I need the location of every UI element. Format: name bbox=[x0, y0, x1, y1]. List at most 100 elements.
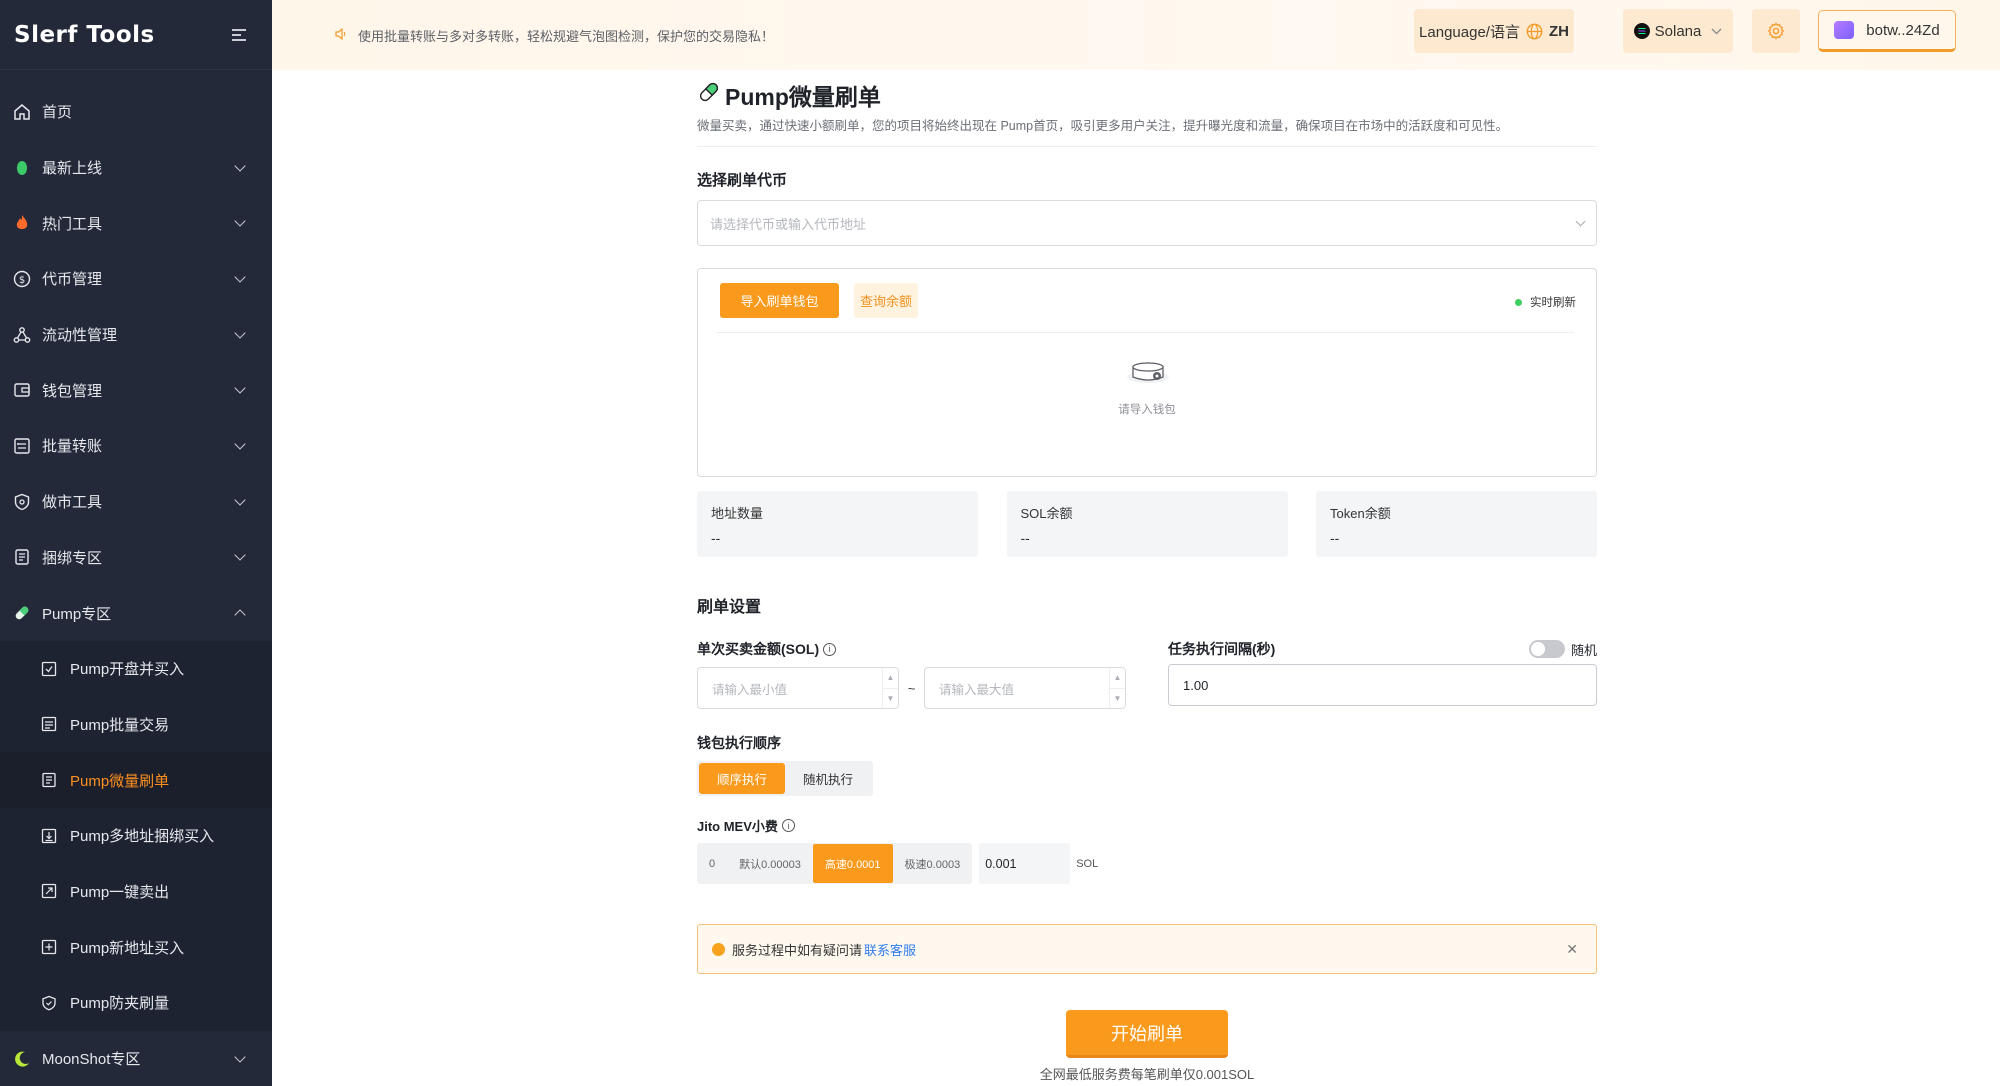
sidebar-subitem-pump-micro-volume[interactable]: Pump微量刷单 bbox=[0, 752, 272, 808]
settings-title: 刷单设置 bbox=[697, 599, 762, 616]
notice-bar: 使用批量转账与多对多转账，轻松规避气泡图检测，保护您的交易隐私！ bbox=[334, 26, 774, 45]
launch-icon bbox=[40, 660, 58, 678]
random-toggle[interactable] bbox=[1528, 640, 1565, 658]
chevron-down-icon bbox=[1575, 216, 1586, 226]
batch-trade-icon bbox=[40, 715, 58, 733]
stat-label: Token余额 bbox=[1330, 506, 1391, 521]
chevron-down-icon bbox=[1711, 28, 1722, 35]
sidebar-item-moonshot[interactable]: MoonShot专区 bbox=[0, 1031, 272, 1086]
sidebar-subitem-pump-anti-mev[interactable]: Pump防夹刷量 bbox=[0, 975, 272, 1031]
sidebar-item-wallet-management[interactable]: 钱包管理 bbox=[0, 362, 272, 418]
stepper-up-icon[interactable]: ▲ bbox=[883, 668, 898, 689]
chevron-down-icon bbox=[234, 382, 246, 394]
chevron-down-icon bbox=[234, 159, 246, 172]
jito-option-default[interactable]: 默认0.00003 bbox=[727, 844, 813, 883]
logo[interactable]: Slerf Tools bbox=[14, 22, 155, 48]
sidebar-item-label: 热门工具 bbox=[42, 215, 103, 233]
download-icon bbox=[40, 827, 58, 845]
jito-option-fast[interactable]: 高速0.0001 bbox=[812, 844, 893, 883]
start-button[interactable]: 开始刷单 bbox=[1066, 1010, 1228, 1058]
stat-value: -- bbox=[1330, 530, 1340, 546]
min-amount-stepper[interactable]: ▲ ▼ bbox=[882, 668, 898, 708]
sidebar-subitem-label: Pump多地址捆绑买入 bbox=[70, 828, 215, 846]
sidebar-item-liquidity[interactable]: 流动性管理 bbox=[0, 307, 272, 363]
dollar-icon: $ bbox=[12, 269, 32, 289]
stepper-up-icon[interactable]: ▲ bbox=[1110, 668, 1125, 689]
fire-icon bbox=[12, 213, 32, 233]
min-amount-input[interactable]: 请输入最小值 ▲ ▼ bbox=[697, 667, 899, 709]
max-amount-stepper[interactable]: ▲ ▼ bbox=[1109, 668, 1125, 708]
chain-selector[interactable]: Solana bbox=[1623, 9, 1733, 53]
jito-option-turbo[interactable]: 极速0.0003 bbox=[893, 844, 973, 883]
sidebar-subitem-pump-launch-buy[interactable]: Pump开盘并买入 bbox=[0, 641, 272, 697]
sidebar-item-label: 首页 bbox=[42, 104, 73, 122]
chevron-down-icon bbox=[234, 271, 246, 283]
sidebar-item-home[interactable]: 首页 bbox=[0, 84, 272, 140]
sidebar-subitem-pump-new-address-buy[interactable]: Pump新地址买入 bbox=[0, 919, 272, 975]
shield-icon bbox=[12, 492, 32, 512]
sprout-icon bbox=[12, 158, 32, 178]
divider bbox=[716, 332, 1574, 333]
language-selector[interactable]: Language/语言 ZH bbox=[1414, 9, 1574, 53]
sidebar-item-label: 批量转账 bbox=[42, 438, 103, 456]
sidebar-item-pump[interactable]: Pump专区 bbox=[0, 585, 272, 641]
order-sequential-button[interactable]: 顺序执行 bbox=[699, 763, 786, 794]
wallet-address: botw..24Zd bbox=[1866, 21, 1940, 39]
jito-option-zero[interactable]: 0 bbox=[697, 844, 727, 883]
close-icon[interactable]: ✕ bbox=[1566, 941, 1578, 958]
sidebar-item-label: 代币管理 bbox=[42, 271, 103, 289]
sidebar-item-new-listings[interactable]: 最新上线 bbox=[0, 140, 272, 196]
sidebar-subitem-label: Pump新地址买入 bbox=[70, 939, 185, 957]
sidebar-item-market-making[interactable]: 做市工具 bbox=[0, 474, 272, 530]
interval-group: 任务执行间隔(秒) 随机 1.00 bbox=[1168, 639, 1597, 709]
jito-fee-value: 0.001 bbox=[985, 856, 1017, 871]
import-wallet-button[interactable]: 导入刷单钱包 bbox=[720, 283, 839, 318]
wallet-button[interactable]: botw..24Zd bbox=[1818, 10, 1956, 52]
logo-bar: Slerf Tools bbox=[0, 0, 272, 70]
random-toggle-group: 随机 bbox=[1528, 640, 1597, 659]
order-group: 钱包执行顺序 顺序执行 随机执行 bbox=[697, 733, 1597, 796]
sidebar-subitem-label: Pump一键卖出 bbox=[70, 883, 170, 901]
order-random-button[interactable]: 随机执行 bbox=[785, 763, 871, 794]
contact-support-link[interactable]: 联系客服 bbox=[864, 940, 916, 959]
warning-icon bbox=[712, 942, 725, 956]
pill-icon bbox=[697, 80, 721, 110]
info-icon[interactable]: i bbox=[781, 819, 795, 832]
fee-note: 全网最低服务费每笔刷单仅0.001SOL bbox=[1039, 1067, 1255, 1082]
chevron-down-icon bbox=[234, 326, 246, 339]
info-icon[interactable]: i bbox=[823, 642, 837, 656]
sidebar-item-batch-transfer[interactable]: 批量转账 bbox=[0, 418, 272, 474]
menu-collapse-icon[interactable] bbox=[232, 28, 246, 41]
token-select[interactable]: 请选择代币或输入代币地址 bbox=[697, 200, 1597, 246]
jito-fee-input[interactable]: 0.001 bbox=[979, 843, 1071, 884]
stepper-down-icon[interactable]: ▼ bbox=[1110, 689, 1125, 709]
sidebar: Slerf Tools 首页 最新上线 热门工具 $ 代币管理 流动性管理 钱包… bbox=[0, 0, 272, 1086]
phantom-wallet-icon bbox=[1834, 21, 1855, 39]
page-title-text: Pump微量刷单 bbox=[725, 84, 881, 110]
sidebar-item-bundle[interactable]: 捆绑专区 bbox=[0, 530, 272, 586]
check-balance-button[interactable]: 查询余额 bbox=[854, 283, 918, 318]
language-label: Language/语言 bbox=[1419, 23, 1520, 41]
live-status-dot bbox=[1515, 298, 1522, 306]
sell-icon bbox=[40, 882, 58, 900]
stat-label: SOL余额 bbox=[1020, 506, 1073, 521]
settings-button[interactable] bbox=[1752, 9, 1800, 53]
max-amount-input[interactable]: 请输入最大值 ▲ ▼ bbox=[924, 667, 1126, 709]
sidebar-subitem-label: Pump开盘并买入 bbox=[70, 661, 185, 679]
max-amount-placeholder: 请输入最大值 bbox=[939, 682, 1015, 697]
sidebar-subitem-pump-multi-bundle[interactable]: Pump多地址捆绑买入 bbox=[0, 808, 272, 864]
interval-input[interactable]: 1.00 bbox=[1168, 664, 1597, 706]
bundle-icon bbox=[12, 547, 32, 567]
stat-token-balance: Token余额 -- bbox=[1316, 491, 1597, 557]
sidebar-item-label: MoonShot专区 bbox=[42, 1051, 141, 1069]
sidebar-item-token-management[interactable]: $ 代币管理 bbox=[0, 251, 272, 307]
new-address-icon bbox=[40, 938, 58, 956]
live-refresh-indicator[interactable]: 实时刷新 bbox=[1515, 294, 1576, 310]
sidebar-item-hot-tools[interactable]: 热门工具 bbox=[0, 195, 272, 251]
page-title: Pump微量刷单 bbox=[697, 77, 1597, 113]
stat-value: -- bbox=[1020, 530, 1030, 546]
sidebar-subitem-pump-batch-trade[interactable]: Pump批量交易 bbox=[0, 697, 272, 753]
sidebar-subitem-pump-one-click-sell[interactable]: Pump一键卖出 bbox=[0, 864, 272, 920]
stepper-down-icon[interactable]: ▼ bbox=[883, 689, 898, 709]
wallet-panel: 导入刷单钱包 查询余额 实时刷新 请导入钱包 bbox=[697, 268, 1597, 477]
